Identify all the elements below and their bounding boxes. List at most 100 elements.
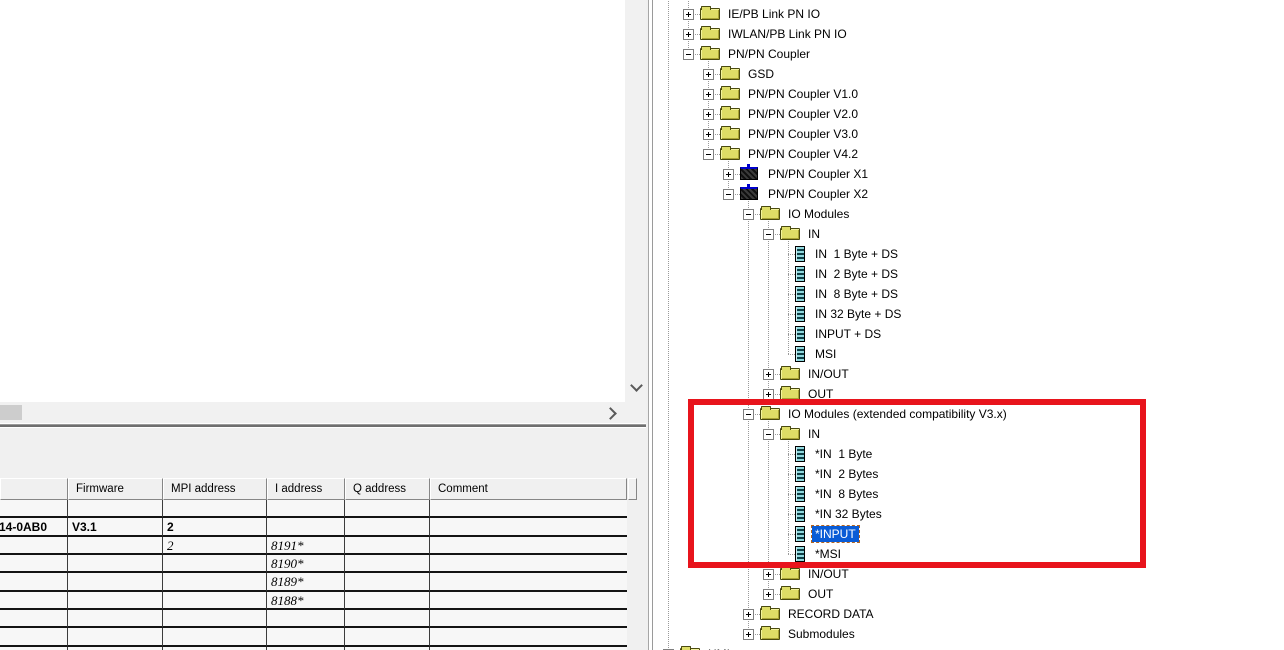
table-cell[interactable] [163, 628, 267, 647]
table-cell[interactable] [345, 591, 430, 611]
table-cell[interactable]: 8188* [267, 591, 345, 611]
table-cell[interactable] [430, 518, 627, 537]
tree-item-label[interactable]: *IN 8 Bytes [812, 486, 881, 502]
expand-icon[interactable] [763, 569, 774, 580]
expand-icon[interactable] [703, 109, 714, 120]
scroll-right-icon[interactable] [604, 407, 617, 420]
table-cell[interactable] [430, 555, 627, 574]
tree-item-label[interactable]: IO Modules (extended compatibility V3.x) [785, 406, 1010, 422]
tree-item-label[interactable]: IN 8 Byte + DS [812, 286, 901, 302]
table-cell[interactable] [345, 628, 430, 647]
table-cell[interactable] [430, 610, 627, 629]
tree-item-label[interactable]: IO Modules [785, 206, 852, 222]
tree-item-label[interactable]: *IN 2 Bytes [812, 466, 881, 482]
scroll-down-icon[interactable] [630, 379, 643, 392]
table-cell[interactable] [267, 518, 345, 537]
table-cell[interactable] [267, 610, 345, 629]
tree-item-label[interactable]: IN/OUT [805, 366, 852, 382]
expand-icon[interactable] [683, 9, 694, 20]
tree-item-label[interactable]: Submodules [785, 626, 858, 642]
horizontal-scrollbar[interactable] [0, 402, 648, 423]
tree-item-label[interactable]: IN 1 Byte + DS [812, 246, 901, 262]
tree-item-label[interactable]: PN/PN Coupler V2.0 [745, 106, 861, 122]
table-cell[interactable] [163, 610, 267, 629]
table-cell[interactable] [68, 628, 163, 647]
tree-item-label[interactable]: GSD [745, 66, 777, 82]
collapse-icon[interactable] [743, 209, 754, 220]
collapse-icon[interactable] [763, 429, 774, 440]
table-cell[interactable] [0, 610, 68, 629]
tree-item-label[interactable]: *IN 32 Bytes [812, 506, 885, 522]
table-cell[interactable] [68, 500, 163, 519]
collapse-icon[interactable] [763, 229, 774, 240]
tree-item-label[interactable]: *IN 1 Byte [812, 446, 875, 462]
tree-item-label[interactable]: PN/PN Coupler V1.0 [745, 86, 861, 102]
table-cell[interactable] [430, 628, 627, 647]
expand-icon[interactable] [703, 89, 714, 100]
table-cell[interactable] [430, 573, 627, 592]
table-cell[interactable] [0, 628, 68, 647]
tree-item-label[interactable]: PN/PN Coupler [725, 46, 813, 62]
table-cell[interactable] [0, 573, 68, 592]
tree-item-label[interactable]: PN/PN Coupler X1 [765, 166, 871, 182]
expand-icon[interactable] [743, 609, 754, 620]
table-cell[interactable] [68, 610, 163, 629]
tree-item-label[interactable]: PN/PN Coupler X2 [765, 186, 871, 202]
tree-item-label[interactable]: IWLAN/PB Link PN IO [725, 26, 850, 42]
expand-icon[interactable] [743, 629, 754, 640]
tree-item-label[interactable]: IN/OUT [805, 566, 852, 582]
column-header[interactable]: Comment [430, 478, 627, 500]
expand-icon[interactable] [763, 369, 774, 380]
tree-item-label[interactable]: RECORD DATA [785, 606, 877, 622]
table-cell[interactable] [163, 555, 267, 574]
tree-item-label[interactable]: INPUT + DS [812, 326, 884, 342]
expand-icon[interactable] [703, 69, 714, 80]
tree-item-label[interactable]: *MSI [812, 546, 844, 562]
table-cell[interactable] [345, 610, 430, 629]
column-header[interactable]: Firmware [68, 478, 163, 500]
tree-item-label[interactable]: HMI [705, 646, 733, 650]
table-cell[interactable] [163, 573, 267, 592]
tree-item-label[interactable]: MSI [812, 346, 839, 362]
tree-item-label[interactable]: IN 32 Byte + DS [812, 306, 904, 322]
column-header[interactable]: Q address [345, 478, 430, 500]
tree-item-label[interactable]: IN [805, 226, 823, 242]
table-cell[interactable] [345, 573, 430, 592]
table-cell[interactable] [0, 536, 68, 556]
tree-item-label[interactable]: PN/PN Coupler V4.2 [745, 146, 861, 162]
table-cell[interactable]: V3.1 [68, 518, 163, 537]
table-cell[interactable] [163, 591, 267, 611]
collapse-icon[interactable] [723, 189, 734, 200]
table-cell[interactable] [345, 555, 430, 574]
table-cell[interactable]: 14-0AB0 [0, 518, 68, 537]
table-cell[interactable] [163, 500, 267, 519]
tree-item-label-selected[interactable]: *INPUT [811, 525, 860, 543]
expand-icon[interactable] [723, 169, 734, 180]
table-cell[interactable] [430, 500, 627, 519]
table-cell[interactable] [68, 536, 163, 556]
table-cell[interactable] [267, 500, 345, 519]
table-cell[interactable] [68, 591, 163, 611]
table-cell[interactable] [430, 536, 627, 556]
column-header[interactable]: I address [267, 478, 345, 500]
table-cell[interactable] [0, 500, 68, 519]
tree-item-label[interactable] [725, 0, 731, 2]
horizontal-scrollbar-thumb[interactable] [0, 405, 22, 420]
collapse-icon[interactable] [743, 409, 754, 420]
table-cell[interactable] [345, 536, 430, 556]
table-cell[interactable] [68, 573, 163, 592]
tree-item-label[interactable]: IN [805, 426, 823, 442]
table-cell[interactable]: 2 [163, 536, 267, 556]
table-cell[interactable]: 8191* [267, 536, 345, 556]
column-header[interactable]: MPI address [163, 478, 267, 500]
vertical-scrollbar[interactable] [625, 0, 648, 402]
expand-icon[interactable] [683, 29, 694, 40]
table-cell[interactable] [345, 518, 430, 537]
column-header[interactable] [0, 478, 68, 500]
table-cell[interactable]: 8189* [267, 573, 345, 592]
expand-icon[interactable] [763, 589, 774, 600]
collapse-icon[interactable] [703, 149, 714, 160]
table-cell[interactable]: 8190* [267, 555, 345, 574]
tree-item-label[interactable]: OUT [805, 586, 836, 602]
expand-icon[interactable] [763, 389, 774, 400]
